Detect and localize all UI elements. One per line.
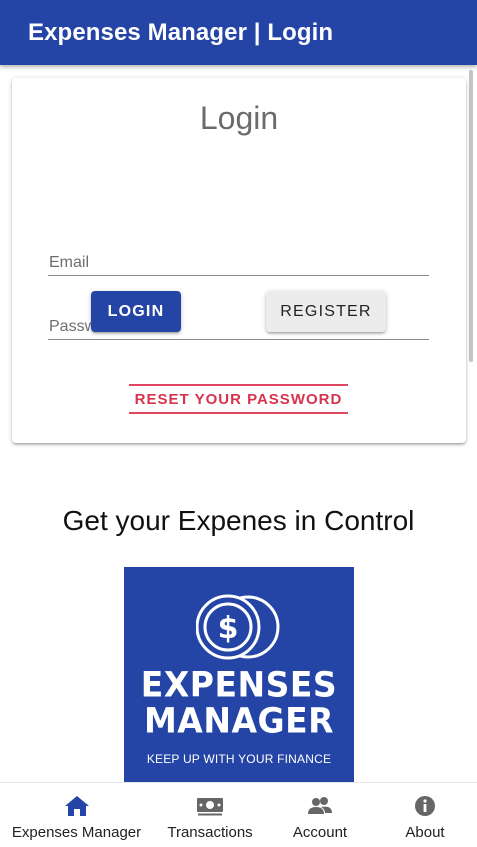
nav-label-account: Account <box>292 824 348 841</box>
app-bar: Expenses Manager | Login <box>0 0 477 65</box>
login-card: Login LOGIN REGISTER RESET YOUR PASSWORD <box>12 78 466 443</box>
email-field <box>48 240 429 276</box>
nav-label-about: About <box>405 824 445 841</box>
bottom-navigation: Expenses Manager Transactions Account Ab… <box>0 782 477 847</box>
money-icon <box>196 795 224 817</box>
people-icon <box>307 795 333 817</box>
expenses-manager-logo: $ EXPENSES MANAGER KEEP UP WITH YOUR FIN… <box>124 567 354 782</box>
nav-label-transactions: Transactions <box>167 824 253 841</box>
svg-text:$: $ <box>218 611 239 646</box>
nav-label-expenses-manager: Expenses Manager <box>11 824 142 841</box>
home-icon <box>64 795 90 817</box>
app-title: Expenses Manager | Login <box>28 18 334 46</box>
dollar-coins-icon: $ <box>196 594 280 660</box>
nav-item-transactions[interactable]: Transactions <box>160 783 260 847</box>
info-icon <box>414 795 436 817</box>
login-title: Login <box>199 100 279 136</box>
reset-password-button[interactable]: RESET YOUR PASSWORD <box>129 384 348 414</box>
nav-item-expenses-manager[interactable]: Expenses Manager <box>10 783 143 847</box>
logo-line-expenses: EXPENSES <box>140 664 338 705</box>
nav-item-account[interactable]: Account <box>285 783 355 847</box>
register-button[interactable]: REGISTER <box>266 291 386 332</box>
tagline: Get your Expenes in Control <box>62 505 415 536</box>
nav-item-about[interactable]: About <box>395 783 455 847</box>
logo-subtitle: KEEP UP WITH YOUR FINANCE <box>146 752 332 766</box>
login-button[interactable]: LOGIN <box>91 291 181 332</box>
scrollbar-thumb[interactable] <box>469 70 473 362</box>
email-input[interactable] <box>48 240 429 275</box>
logo-line-manager: MANAGER <box>143 700 335 741</box>
